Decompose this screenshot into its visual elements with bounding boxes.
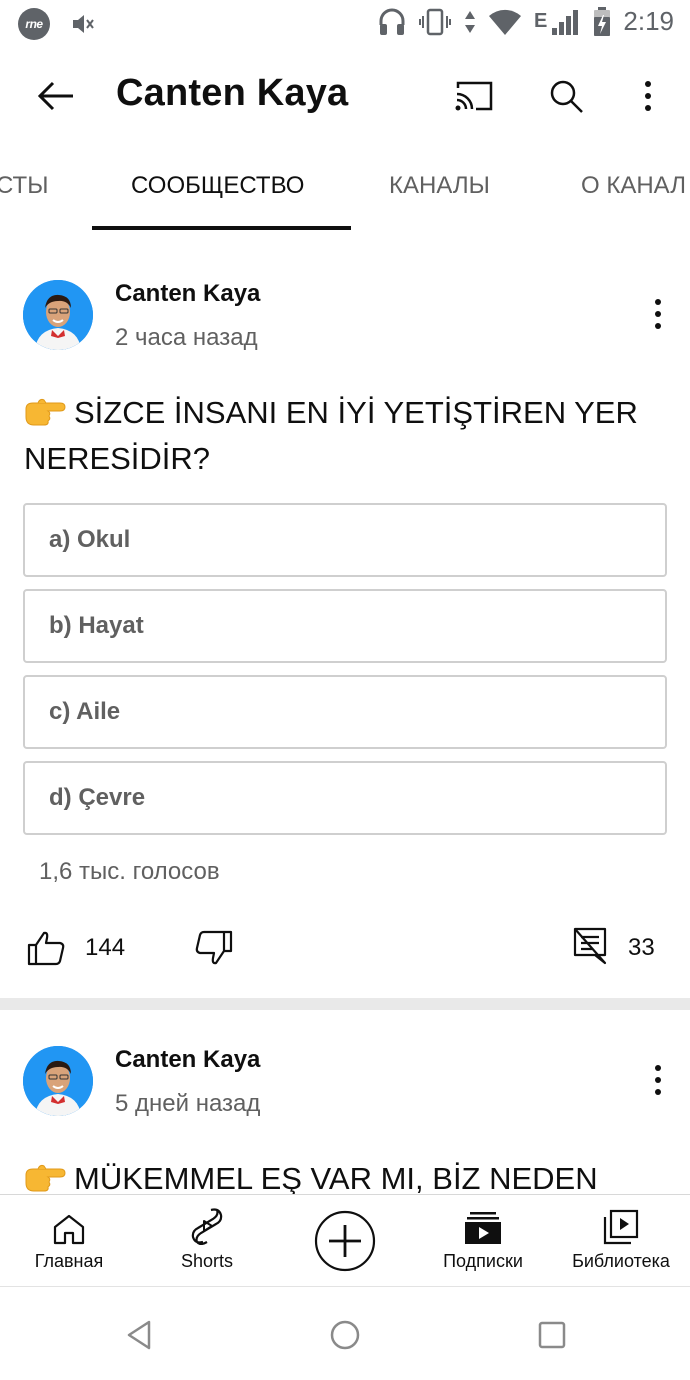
system-back-button[interactable]	[119, 1315, 159, 1355]
status-bar: rne E 2:19	[0, 0, 690, 48]
back-triangle-icon	[127, 1320, 151, 1350]
nav-subscriptions[interactable]: Подписки	[414, 1195, 552, 1287]
mute-icon	[70, 11, 96, 37]
post-menu-button[interactable]	[636, 1058, 680, 1102]
post-author[interactable]: Canten Kaya	[115, 1046, 260, 1074]
comment-count: 33	[628, 934, 655, 961]
back-arrow-icon	[37, 81, 73, 111]
system-recents-button[interactable]	[532, 1315, 572, 1355]
bottom-navigation: Главная Shorts Подписки Библиотека	[0, 1194, 690, 1286]
tab-channels[interactable]: КАНАЛЫ	[389, 172, 490, 200]
post-time: 2 часа назад	[115, 324, 258, 351]
carrier-logo: rne	[18, 8, 50, 40]
dislike-button[interactable]	[192, 926, 236, 970]
cast-icon	[455, 81, 493, 111]
active-tab-indicator	[92, 226, 351, 230]
tab-community[interactable]: СООБЩЕСТВО	[131, 172, 304, 200]
more-options-button[interactable]	[620, 68, 676, 124]
nav-subscriptions-label: Подписки	[443, 1251, 523, 1271]
tab-about[interactable]: О КАНАЛ	[581, 172, 686, 200]
comment-icon	[573, 927, 607, 965]
search-icon	[550, 80, 583, 113]
data-arrows-icon	[464, 9, 476, 35]
shorts-icon	[191, 1208, 223, 1245]
thumbs-down-icon	[195, 930, 233, 965]
poll-vote-count: 1,6 тыс. голосов	[39, 858, 220, 885]
poll-option[interactable]: c) Aile	[23, 675, 667, 749]
avatar[interactable]	[23, 280, 93, 350]
post-time: 5 дней назад	[115, 1090, 261, 1117]
wifi-icon	[488, 8, 522, 36]
create-icon	[314, 1210, 376, 1272]
comments-button[interactable]	[568, 924, 612, 968]
nav-library[interactable]: Библиотека	[552, 1195, 690, 1287]
clock: 2:19	[623, 6, 674, 36]
more-vert-icon	[645, 81, 651, 111]
avatar[interactable]	[23, 1046, 93, 1116]
nav-shorts[interactable]: Shorts	[138, 1195, 276, 1287]
vibrate-icon	[418, 7, 452, 37]
home-circle-icon	[330, 1320, 360, 1350]
poll-option[interactable]: a) Okul	[23, 503, 667, 577]
more-vert-icon	[655, 299, 661, 329]
network-type-label: E	[534, 10, 548, 32]
post-text: SİZCE İNSANI EN İYİ YETİŞTİREN YER NERES…	[24, 390, 674, 482]
poll-option[interactable]: d) Çevre	[23, 761, 667, 835]
search-button[interactable]	[538, 68, 594, 124]
library-icon	[603, 1209, 639, 1245]
nav-create-button[interactable]	[276, 1195, 414, 1287]
like-button[interactable]	[24, 926, 68, 970]
home-icon	[53, 1214, 85, 1245]
status-bar-left: rne	[18, 8, 96, 40]
nav-library-label: Библиотека	[572, 1251, 670, 1271]
subscriptions-icon	[465, 1212, 501, 1244]
post-actions: 144 33	[0, 922, 690, 978]
back-button[interactable]	[28, 68, 84, 124]
channel-tabs: СТЫ СООБЩЕСТВО КАНАЛЫ О КАНАЛ	[0, 144, 690, 232]
nav-shorts-label: Shorts	[180, 1251, 234, 1271]
more-vert-icon	[655, 1065, 661, 1095]
like-count: 144	[85, 934, 126, 961]
system-navigation-bar	[0, 1286, 690, 1380]
nav-home-label: Главная	[34, 1251, 104, 1271]
cast-button[interactable]	[446, 68, 502, 124]
battery-icon	[593, 6, 611, 37]
pointing-hand-icon	[24, 394, 66, 426]
thumbs-up-icon	[27, 931, 65, 966]
post-divider	[0, 998, 690, 1010]
post-menu-button[interactable]	[636, 292, 680, 336]
app-bar: Canten Kaya	[0, 48, 690, 144]
system-home-button[interactable]	[325, 1315, 365, 1355]
nav-home[interactable]: Главная	[0, 1195, 138, 1287]
headphones-icon	[378, 7, 406, 37]
recents-square-icon	[538, 1321, 566, 1349]
status-bar-right: E 2:19	[378, 6, 674, 37]
post-author[interactable]: Canten Kaya	[115, 280, 260, 308]
pointing-hand-icon	[24, 1160, 66, 1192]
signal-icon	[551, 8, 581, 36]
post-text-content: MÜKEMMEL EŞ VAR MI, BİZ NEDEN	[74, 1161, 598, 1196]
channel-title: Canten Kaya	[116, 72, 349, 114]
tab-videos[interactable]: СТЫ	[0, 172, 48, 200]
poll-option[interactable]: b) Hayat	[23, 589, 667, 663]
post-text-content: SİZCE İNSANI EN İYİ YETİŞTİREN YER NERES…	[24, 395, 638, 476]
